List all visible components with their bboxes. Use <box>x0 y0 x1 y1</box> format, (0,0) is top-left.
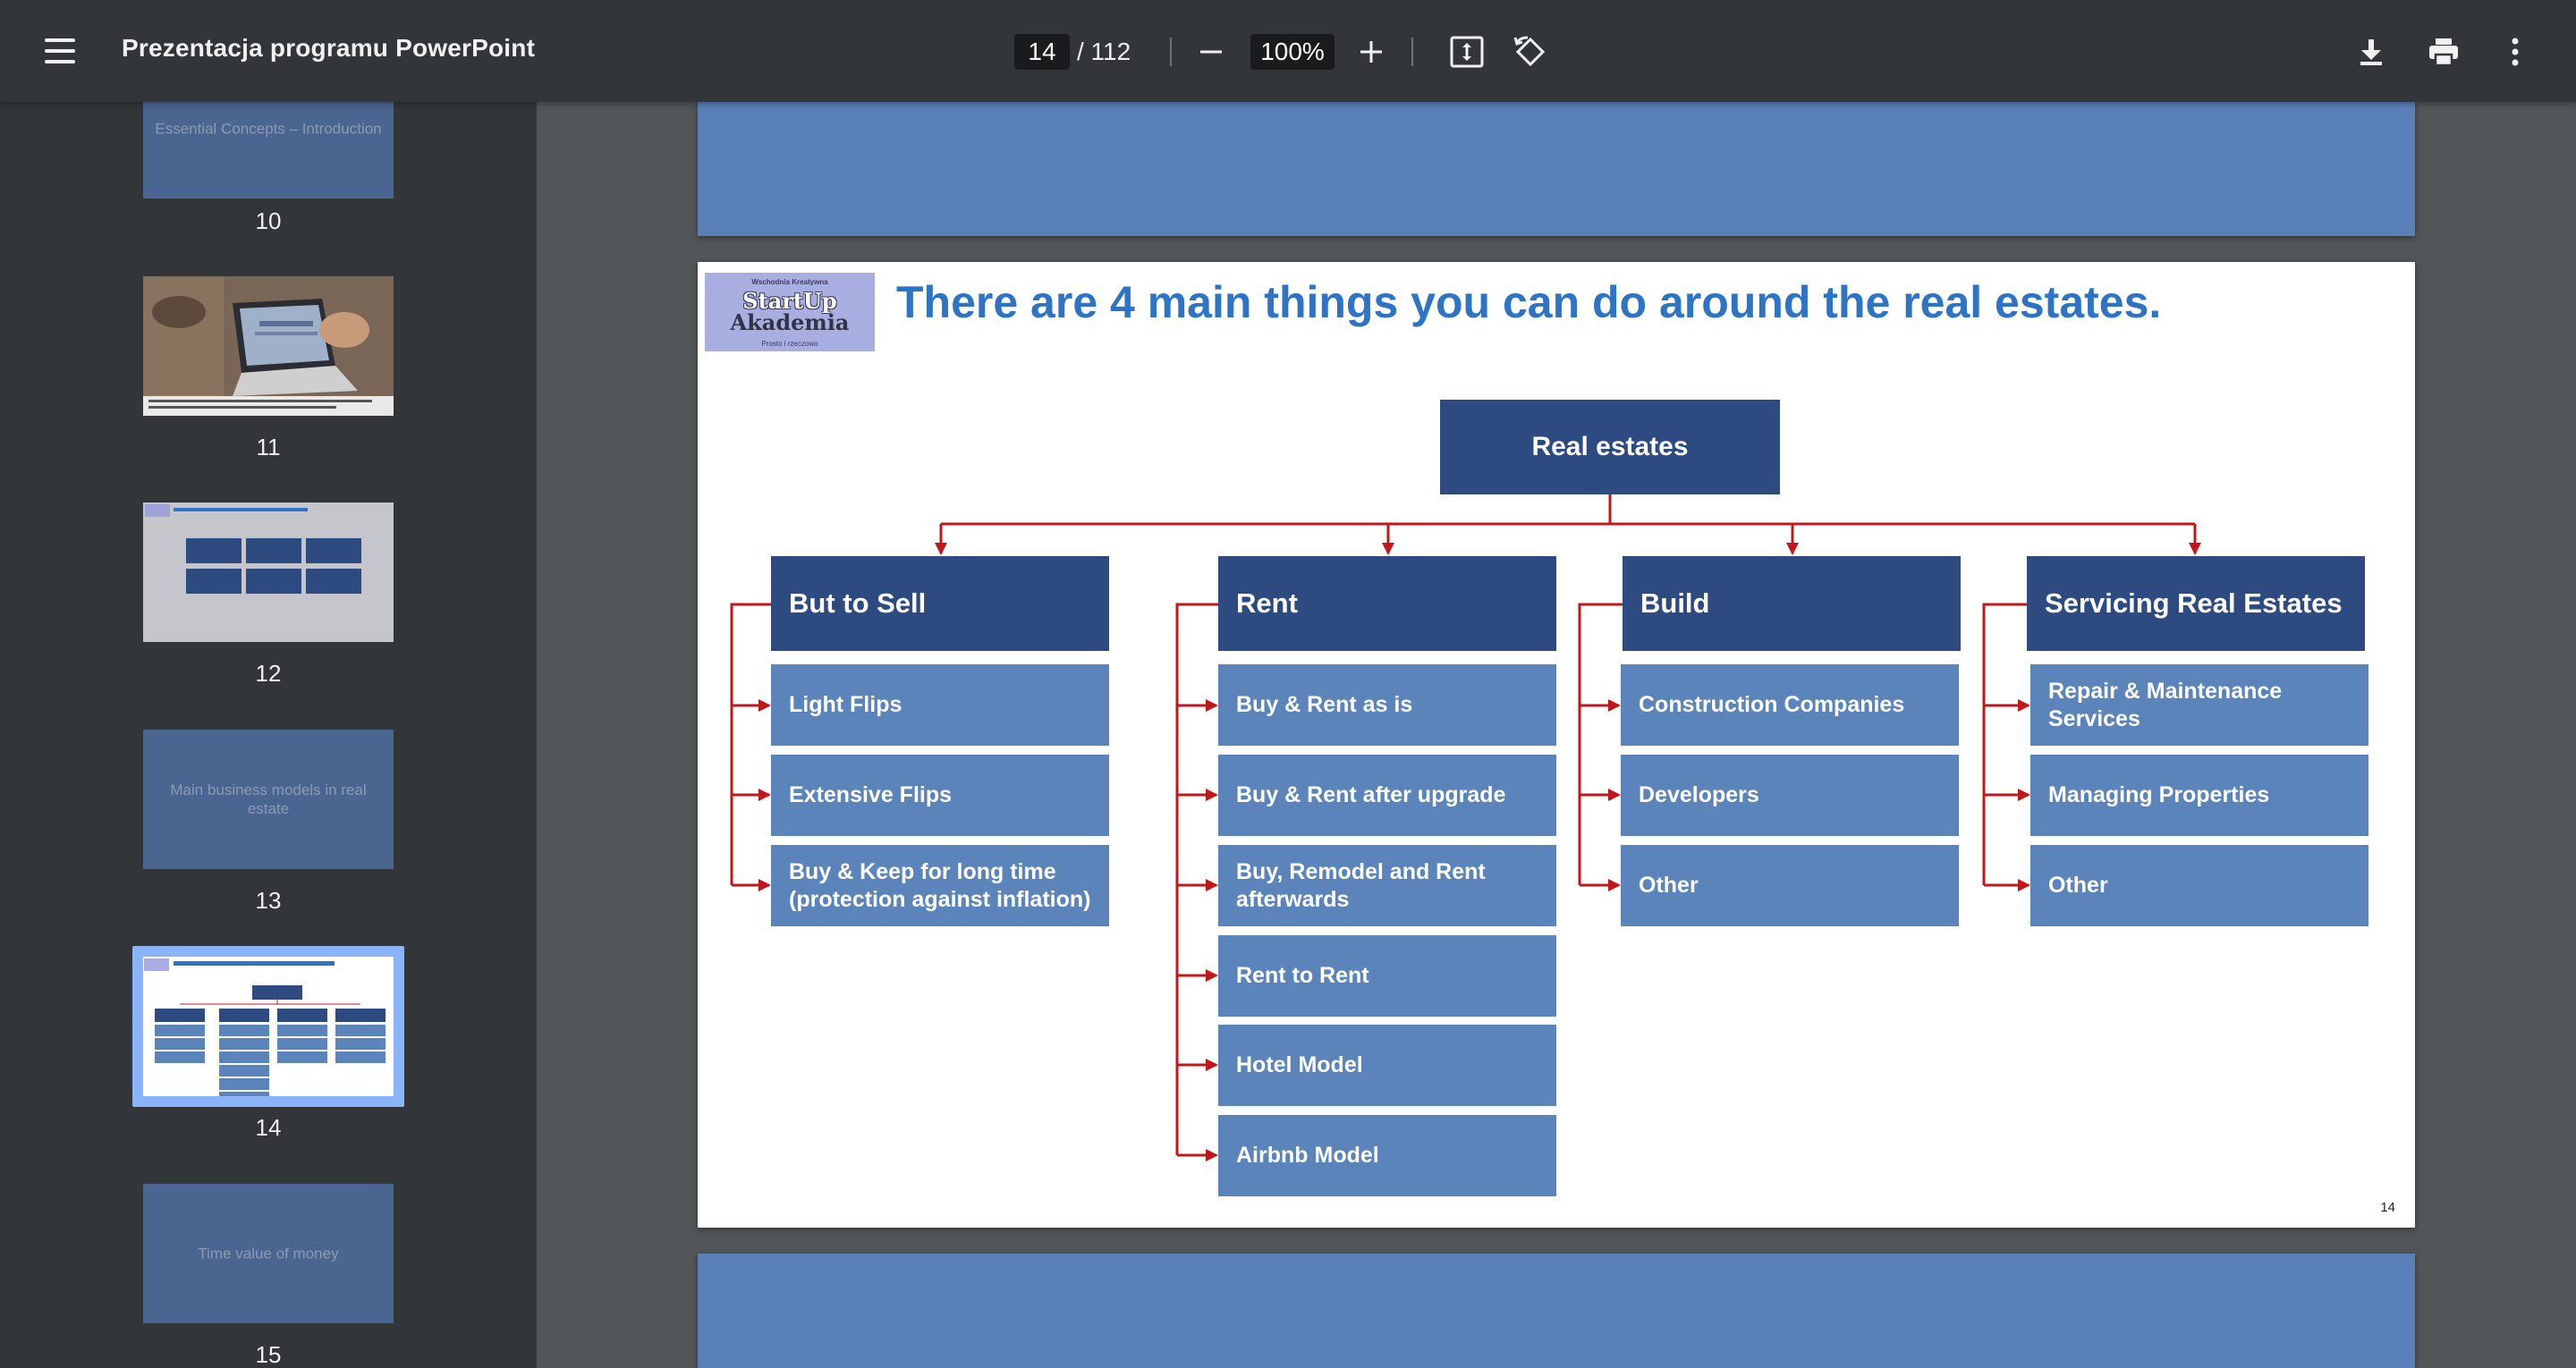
category-but-to-sell: But to Sell <box>771 556 1109 651</box>
laptop-photo-image <box>143 276 394 416</box>
document-title: Prezentacja programu PowerPoint <box>122 34 536 62</box>
thumbnail-slide-10[interactable]: Essential Concepts – Introduction <box>143 102 394 198</box>
zoom-out-button[interactable] <box>1189 30 1233 74</box>
previous-page <box>698 102 2415 236</box>
next-page <box>698 1254 2415 1368</box>
page-number-input[interactable] <box>1014 34 1070 70</box>
download-icon <box>2360 39 2382 65</box>
item-light-flips: Light Flips <box>771 664 1109 746</box>
rotate-button[interactable] <box>1508 30 1553 74</box>
print-button[interactable] <box>2421 30 2466 74</box>
thumbnail-slide-11[interactable] <box>143 276 394 416</box>
slide-preview-image <box>143 502 394 642</box>
thumbnail-slide-15[interactable]: Time value of money <box>143 1184 394 1323</box>
item-repair-maintenance: Repair & Maintenance Services <box>2030 664 2368 746</box>
thumbnail-slide-14[interactable] <box>143 957 394 1096</box>
thumbnail-text: Main business models in real estate <box>170 781 367 817</box>
minus-icon <box>1200 50 1222 54</box>
item-buy-keep: Buy & Keep for long time (protection aga… <box>771 845 1109 926</box>
category-build: Build <box>1623 556 1961 651</box>
item-buy-rent-after-upgrade: Buy & Rent after upgrade <box>1218 755 1556 836</box>
fit-to-page-icon <box>1450 36 1484 68</box>
category-rent: Rent <box>1218 556 1556 651</box>
slide-page-number: 14 <box>2380 1200 2395 1215</box>
toolbar-divider <box>1170 38 1172 66</box>
page-total: / 112 <box>1077 38 1131 65</box>
thumbnail-number: 14 <box>255 1114 282 1141</box>
plus-icon <box>1360 41 1382 63</box>
thumbnail-text: Essential Concepts – Introduction <box>155 120 382 138</box>
item-construction-companies: Construction Companies <box>1621 664 1959 746</box>
pdf-toolbar: Prezentacja programu PowerPoint / 112 <box>0 0 2576 102</box>
menu-icon[interactable] <box>39 33 82 69</box>
printer-icon <box>2429 38 2458 67</box>
item-extensive-flips: Extensive Flips <box>771 755 1109 836</box>
thumbnail-number: 10 <box>255 207 282 234</box>
slide-preview-image <box>143 957 394 1096</box>
item-rent-to-rent: Rent to Rent <box>1218 935 1556 1017</box>
slide-page-14: Wschodnia Kreatywna StartUp Akademia Pro… <box>698 262 2415 1228</box>
zoom-input[interactable] <box>1250 34 1335 70</box>
more-options-button[interactable] <box>2493 30 2538 74</box>
thumbnail-number: 15 <box>255 1341 282 1368</box>
item-servicing-other: Other <box>2030 845 2368 926</box>
toolbar-divider <box>1411 38 1413 66</box>
thumbnail-slide-12[interactable] <box>143 502 394 642</box>
thumbnail-number: 12 <box>255 660 282 687</box>
item-hotel-model: Hotel Model <box>1218 1025 1556 1106</box>
more-vertical-icon <box>2512 38 2519 66</box>
thumbnail-slide-13[interactable]: Main business models in real estate <box>143 730 394 869</box>
item-build-other: Other <box>1621 845 1959 926</box>
rotate-icon <box>1513 36 1546 67</box>
thumbnail-number: 11 <box>256 434 281 460</box>
zoom-in-button[interactable] <box>1349 30 1394 74</box>
root-node-real-estates: Real estates <box>1440 400 1780 494</box>
item-airbnb-model: Airbnb Model <box>1218 1115 1556 1196</box>
thumbnail-text: Time value of money <box>198 1245 339 1262</box>
item-buy-remodel-rent: Buy, Remodel and Rent afterwards <box>1218 845 1556 926</box>
item-developers: Developers <box>1621 755 1959 836</box>
download-button[interactable] <box>2349 30 2394 74</box>
thumbnail-sidebar: Essential Concepts – Introduction 10 11 <box>0 102 537 1368</box>
item-managing-properties: Managing Properties <box>2030 755 2368 836</box>
category-servicing-real-estates: Servicing Real Estates <box>2027 556 2365 651</box>
item-buy-rent-as-is: Buy & Rent as is <box>1218 664 1556 746</box>
thumbnail-number: 13 <box>255 887 282 914</box>
fit-page-button[interactable] <box>1445 30 1489 74</box>
